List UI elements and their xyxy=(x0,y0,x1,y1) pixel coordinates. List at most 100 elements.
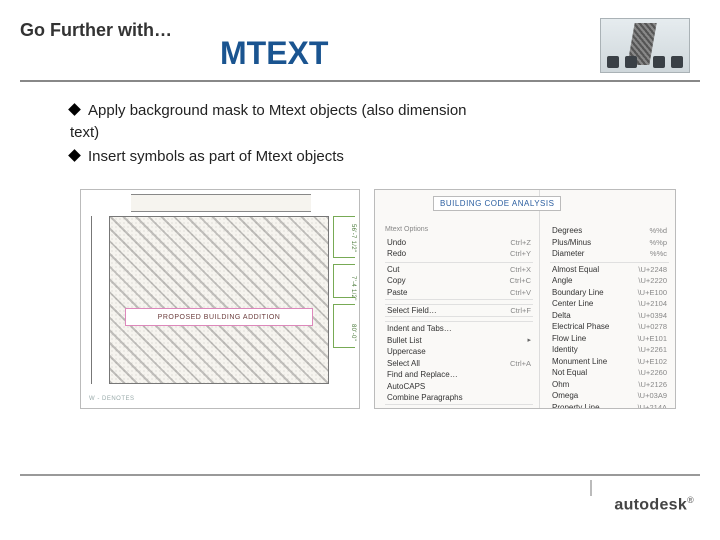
symbol-menu-item[interactable]: Property Line\U+214A xyxy=(550,403,669,410)
menu-item-shortcut: Ctrl+C xyxy=(510,276,531,285)
menu-item-shortcut: Ctrl+F xyxy=(510,306,531,315)
menu-item-label: Select All xyxy=(387,359,420,368)
symbol-menu-item[interactable]: Electrical Phase \U+0278 xyxy=(550,322,669,331)
header-photo xyxy=(600,18,690,73)
drawing-figure: PROPOSED BUILDING ADDITION 56'-7 1/2" 7'… xyxy=(80,189,360,409)
symbol-label: Delta xyxy=(552,311,571,320)
symbol-menu-item[interactable]: Plus/Minus%%p xyxy=(550,238,669,247)
symbol-code: %%d xyxy=(649,226,667,235)
symbol-code: \U+2248 xyxy=(638,265,667,274)
symbol-code: \U+0394 xyxy=(638,311,667,320)
symbol-code: %%c xyxy=(650,249,667,258)
menu-item-label: Uppercase xyxy=(387,347,426,356)
page-divider xyxy=(590,480,592,496)
symbol-code: \U+E102 xyxy=(638,357,667,366)
context-menu-item[interactable]: Uppercase xyxy=(385,347,533,356)
submenu-arrow-icon: ▸ xyxy=(527,336,531,344)
bullet-list: Apply background mask to Mtext objects (… xyxy=(0,82,720,179)
symbol-label: Electrical Phase xyxy=(552,322,609,331)
context-menu-item[interactable]: Undo Ctrl+Z xyxy=(385,238,533,247)
bullet-text: Apply background mask to Mtext objects (… xyxy=(88,102,467,119)
menu-item-shortcut: Ctrl+A xyxy=(510,359,531,368)
symbol-code: \U+2126 xyxy=(638,380,667,389)
menu-item-shortcut: Ctrl+Y xyxy=(510,249,531,258)
menu-item-label: Select Field… xyxy=(387,306,437,315)
symbol-label: Almost Equal xyxy=(552,265,599,274)
symbol-label: Degrees xyxy=(552,226,582,235)
symbol-label: Identity xyxy=(552,345,578,354)
drawing-right-dimensions: 56'-7 1/2" 7'-4 1/2" 80'-0" xyxy=(333,216,355,384)
context-menu-item[interactable]: Combine Paragraphs xyxy=(385,393,533,405)
drawing-hatch xyxy=(109,216,329,384)
drawing-top-label xyxy=(131,194,311,212)
symbol-menu-item[interactable]: Boundary Line \U+E100 xyxy=(550,288,669,297)
menu-item-label: Indent and Tabs… xyxy=(387,324,452,333)
dim-value: 56'-7 1/2" xyxy=(350,224,356,252)
symbol-code: \U+03A9 xyxy=(638,391,667,400)
symbol-label: Not Equal xyxy=(552,368,587,377)
dim-value: 7'-4 1/2" xyxy=(350,276,356,301)
symbol-menu-item[interactable]: Flow Line\U+E101 xyxy=(550,334,669,343)
bullet-item: Insert symbols as part of Mtext objects xyxy=(70,146,680,168)
symbol-label: Omega xyxy=(552,391,578,400)
context-menu-item[interactable]: Find and Replace… xyxy=(385,370,533,379)
context-menu-item[interactable]: Bullet List ▸ xyxy=(385,336,533,345)
menu-item-label: Copy xyxy=(387,276,406,285)
symbol-menu-item[interactable]: Center Line\U+2104 xyxy=(550,299,669,308)
symbol-menu-item[interactable]: Not Equal \U+2260 xyxy=(550,368,669,377)
slide-header: Go Further with… MTEXT xyxy=(0,0,720,72)
drawing-footer: W - DENOTES xyxy=(89,396,135,402)
symbol-menu-item[interactable]: Delta \U+0394 xyxy=(550,311,669,320)
menu-title-strip: BUILDING CODE ANALYSIS xyxy=(433,196,561,211)
context-menu-item[interactable]: CutCtrl+X xyxy=(385,262,533,274)
context-menu-item[interactable]: PasteCtrl+V xyxy=(385,288,533,300)
symbol-code: \U+2261 xyxy=(638,345,667,354)
context-menu-item[interactable]: AutoCAPS xyxy=(385,382,533,391)
symbol-menu-item[interactable]: Diameter%%c xyxy=(550,249,669,258)
menu-item-label: Combine Paragraphs xyxy=(387,393,463,402)
symbol-label: Boundary Line xyxy=(552,288,604,297)
context-menu-item[interactable]: Select Field… Ctrl+F xyxy=(385,304,533,317)
symbol-label: Plus/Minus xyxy=(552,238,591,247)
symbol-menu-item[interactable]: Omega \U+03A9 xyxy=(550,391,669,400)
symbol-menu-item[interactable]: Degrees %%d xyxy=(550,226,669,235)
symbol-label: Property Line xyxy=(552,403,600,410)
menu-item-label: Find and Replace… xyxy=(387,370,458,379)
symbol-label: Angle xyxy=(552,276,572,285)
drawing-mask-label: PROPOSED BUILDING ADDITION xyxy=(125,308,313,326)
symbol-menu-item[interactable]: Identity \U+2261 xyxy=(550,345,669,354)
menu-item-label: Cut xyxy=(387,265,399,274)
figure-row: PROPOSED BUILDING ADDITION 56'-7 1/2" 7'… xyxy=(0,179,720,409)
drawing-mask-text: PROPOSED BUILDING ADDITION xyxy=(158,314,281,321)
footer-divider xyxy=(20,474,700,476)
brand-logo: autodesk® xyxy=(614,495,694,514)
menu-item-label: Bullet List xyxy=(387,336,422,345)
context-menu-item[interactable]: Select All Ctrl+A xyxy=(385,359,533,368)
symbol-menu-item[interactable]: Ohm\U+2126 xyxy=(550,380,669,389)
symbol-code: \U+2220 xyxy=(638,276,667,285)
dim-value: 80'-0" xyxy=(350,324,356,341)
symbol-menu-item[interactable]: Angle \U+2220 xyxy=(550,276,669,285)
drawing-left-dimension xyxy=(91,216,103,384)
menu-item-label: Redo xyxy=(387,249,406,258)
context-menu-item[interactable]: Indent and Tabs… xyxy=(385,321,533,333)
symbol-menu-item[interactable]: Monument Line\U+E102 xyxy=(550,357,669,366)
context-menu-item[interactable]: Copy Ctrl+C xyxy=(385,276,533,285)
context-menu-right: Degrees %%d Plus/Minus%%p Diameter%%c Almost… xyxy=(540,190,675,408)
brand-name: autodesk xyxy=(614,496,687,513)
menu-item-label: Undo xyxy=(387,238,406,247)
symbol-code: \U+E100 xyxy=(638,288,667,297)
symbol-code: \U+0278 xyxy=(638,322,667,331)
bullet-text: Insert symbols as part of Mtext objects xyxy=(88,148,344,165)
symbol-code: \U+2260 xyxy=(638,368,667,377)
symbol-label: Center Line xyxy=(552,299,593,308)
symbol-label: Flow Line xyxy=(552,334,586,343)
context-menu-figure: BUILDING CODE ANALYSIS Mtext Options Und… xyxy=(374,189,676,409)
symbol-menu-item[interactable]: Almost Equal \U+2248 xyxy=(550,262,669,274)
menu-item-shortcut: Ctrl+Z xyxy=(510,238,531,247)
context-menu-item[interactable]: Redo Ctrl+Y xyxy=(385,249,533,258)
bullet-text-cont: text) xyxy=(70,122,680,144)
menu-item-shortcut: Ctrl+V xyxy=(510,288,531,297)
menu-item-label: AutoCAPS xyxy=(387,382,425,391)
bullet-item: Apply background mask to Mtext objects (… xyxy=(70,100,680,144)
